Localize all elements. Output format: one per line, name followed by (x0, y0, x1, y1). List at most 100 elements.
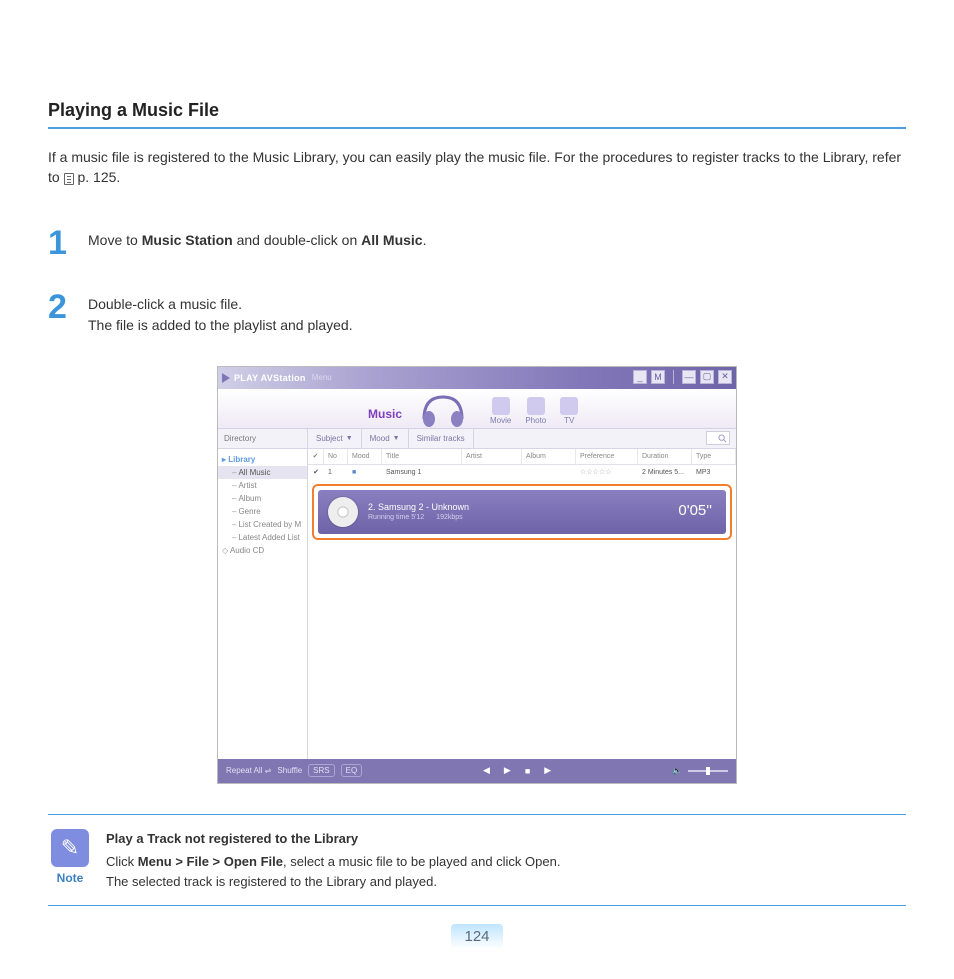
label: All Music (238, 468, 270, 477)
subject-dropdown[interactable]: Subject▼ (308, 429, 362, 448)
col-check[interactable]: ✔ (308, 449, 324, 464)
tab-label: TV (560, 416, 578, 425)
headphones-icon (418, 389, 468, 429)
sidebar-list-created[interactable]: –List Created by M (218, 518, 307, 531)
t: Music Station (142, 232, 233, 248)
col-no[interactable]: No (324, 449, 348, 464)
row-check[interactable]: ✔ (308, 465, 324, 480)
cell (462, 465, 522, 480)
next-button[interactable]: ▶ (544, 765, 551, 776)
track-row[interactable]: ✔ 1 ■ Samsung 1 ☆☆☆☆☆ 2 Minutes 5... MP3 (308, 465, 736, 480)
titlebar: PLAY AVStation Menu _ M — ▢ ✕ (218, 367, 736, 389)
cell: MP3 (692, 465, 736, 480)
bitrate: 192kbps (436, 514, 462, 521)
cell: ■ (348, 465, 382, 480)
eq-button[interactable]: EQ (341, 764, 363, 777)
page-number-badge: 124 (451, 924, 503, 949)
note-label: Note (48, 871, 92, 885)
screenshot-wrapper: PLAY AVStation Menu _ M — ▢ ✕ Music Movi… (48, 366, 906, 784)
t: . (423, 232, 427, 248)
chevron-down-icon: ▼ (393, 435, 400, 442)
tab-photo[interactable]: Photo (525, 397, 546, 425)
intro-paragraph: If a music file is registered to the Mus… (48, 147, 906, 188)
step-body: Double-click a music file. The file is a… (88, 290, 353, 336)
now-playing-row[interactable]: 2. Samsung 2 - Unknown Running time 5'12… (318, 490, 726, 534)
shuffle-toggle[interactable]: Shuffle (277, 766, 302, 775)
label: Artist (238, 481, 256, 490)
col-title[interactable]: Title (382, 449, 462, 464)
track-list: ✔ No Mood Title Artist Album Preference … (308, 449, 736, 759)
t: All Music (361, 232, 422, 248)
sidebar-genre[interactable]: –Genre (218, 505, 307, 518)
now-playing-info: 2. Samsung 2 - Unknown Running time 5'12… (368, 502, 473, 521)
col-type[interactable]: Type (692, 449, 736, 464)
speaker-icon[interactable]: 🔈 (672, 766, 682, 775)
col-mood[interactable]: Mood (348, 449, 382, 464)
srs-button[interactable]: SRS (308, 764, 334, 777)
col-duration[interactable]: Duration (638, 449, 692, 464)
col-preference[interactable]: Preference (576, 449, 638, 464)
win-button[interactable]: M (651, 370, 665, 384)
note-title: Play a Track not registered to the Libra… (106, 829, 560, 849)
content-body: ▸ Library –All Music –Artist –Album –Gen… (218, 449, 736, 759)
music-tab-label[interactable]: Music (368, 407, 402, 421)
column-headers: ✔ No Mood Title Artist Album Preference … (308, 449, 736, 465)
sidebar: ▸ Library –All Music –Artist –Album –Gen… (218, 449, 308, 759)
similar-tracks-button[interactable]: Similar tracks (409, 429, 474, 448)
app-window: PLAY AVStation Menu _ M — ▢ ✕ Music Movi… (217, 366, 737, 784)
app-logo-icon (222, 373, 230, 383)
minimize-button[interactable]: — (682, 370, 696, 384)
volume-control: 🔈 (672, 766, 728, 775)
sidebar-artist[interactable]: –Artist (218, 479, 307, 492)
intro-text: If a music file is registered to the Mus… (48, 149, 901, 185)
repeat-toggle[interactable]: Repeat All ⇌ (226, 766, 271, 775)
mood-dropdown[interactable]: Mood▼ (362, 429, 409, 448)
note-box: ✎ Note Play a Track not registered to th… (48, 814, 906, 907)
app-title: PLAY AVStation (234, 373, 306, 383)
sidebar-library[interactable]: ▸ Library (218, 453, 307, 466)
col-album[interactable]: Album (522, 449, 576, 464)
close-button[interactable]: ✕ (718, 370, 732, 384)
t: Move to (88, 232, 142, 248)
sidebar-audio-cd[interactable]: ◇ Audio CD (218, 544, 307, 557)
stop-button[interactable]: ■ (525, 766, 530, 776)
step-line: Double-click a music file. (88, 294, 353, 315)
volume-slider[interactable] (688, 770, 728, 772)
play-button[interactable]: ▶ (504, 765, 511, 776)
t: , select a music file to be played and c… (283, 854, 560, 869)
step-number: 1 (48, 226, 74, 260)
tab-tv[interactable]: TV (560, 397, 578, 425)
sidebar-latest-added[interactable]: –Latest Added List (218, 531, 307, 544)
player-bar: Repeat All ⇌ Shuffle SRS EQ ◀ ▶ ■ ▶ 🔈 (218, 759, 736, 783)
step-1: 1 Move to Music Station and double-click… (48, 226, 906, 260)
search-input[interactable] (706, 431, 730, 445)
pencil-icon: ✎ (51, 829, 89, 867)
t: Click (106, 854, 138, 869)
section-heading: Playing a Music File (48, 100, 906, 129)
photo-icon (527, 397, 545, 415)
tab-label: Movie (490, 416, 511, 425)
separator (673, 370, 674, 384)
sidebar-album[interactable]: –Album (218, 492, 307, 505)
step-2: 2 Double-click a music file. The file is… (48, 290, 906, 336)
track-title: 2. Samsung 2 - Unknown (368, 502, 473, 512)
disc-icon (328, 497, 358, 527)
win-button[interactable]: _ (633, 370, 647, 384)
page-number: 124 (48, 924, 906, 949)
tab-movie[interactable]: Movie (490, 397, 511, 425)
tab-label: Photo (525, 416, 546, 425)
cell (522, 465, 576, 480)
note-line: The selected track is registered to the … (106, 872, 560, 892)
label: Genre (238, 507, 260, 516)
col-artist[interactable]: Artist (462, 449, 522, 464)
empty-area (308, 544, 736, 759)
cell: Samsung 1 (382, 465, 462, 480)
prev-button[interactable]: ◀ (483, 765, 490, 776)
playback-controls: ◀ ▶ ■ ▶ (362, 765, 672, 776)
label: Audio CD (230, 546, 264, 555)
sidebar-all-music[interactable]: –All Music (218, 466, 307, 479)
maximize-button[interactable]: ▢ (700, 370, 714, 384)
label: Subject (316, 434, 343, 443)
menu-button[interactable]: Menu (312, 373, 332, 382)
movie-icon (492, 397, 510, 415)
